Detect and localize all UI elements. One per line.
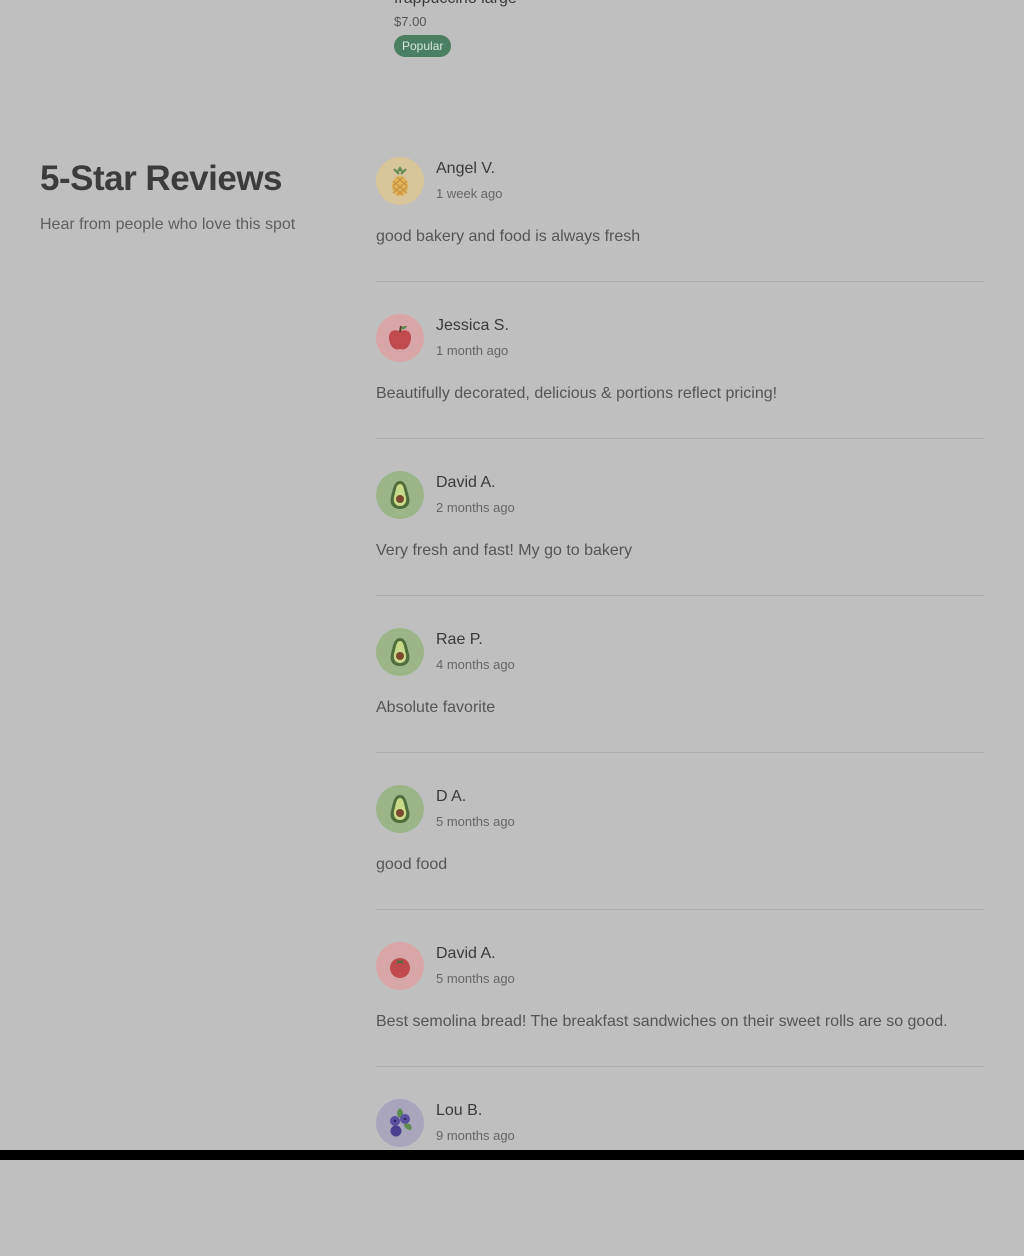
- tomato-icon: [390, 958, 410, 978]
- review-item: Jessica S. 1 month ago Beautifully decor…: [376, 314, 984, 471]
- review-author: Rae P.: [436, 631, 483, 648]
- review-text: Best semolina bread! The breakfast sandw…: [376, 1013, 948, 1030]
- review-item: D A. 5 months ago good food: [376, 785, 984, 942]
- divider: [376, 281, 984, 282]
- avatar: [376, 314, 424, 362]
- review-author: Angel V.: [436, 160, 496, 177]
- review-date: 2 months ago: [436, 500, 515, 515]
- avatar: [376, 157, 424, 205]
- review-author: D A.: [436, 788, 467, 805]
- menu-item-card[interactable]: frappuccino large $7.00 Popular: [394, 0, 694, 57]
- divider: [376, 438, 984, 439]
- avatar: [376, 942, 424, 990]
- review-item: David A. 5 months ago Best semolina brea…: [376, 942, 984, 1099]
- bottom-edge: [0, 1150, 1024, 1160]
- review-item: Angel V. 1 week ago good bakery and food…: [376, 157, 984, 314]
- review-item: Rae P. 4 months ago Absolute favorite: [376, 628, 984, 785]
- reviews-title: 5-Star Reviews: [40, 159, 283, 198]
- review-item: David A. 2 months ago Very fresh and fas…: [376, 471, 984, 628]
- avatar: [376, 471, 424, 519]
- menu-item-price: $7.00: [394, 14, 427, 29]
- review-date: 5 months ago: [436, 971, 515, 986]
- reviews-header: 5-Star Reviews Hear from people who love…: [40, 156, 340, 234]
- review-date: 5 months ago: [436, 814, 515, 829]
- divider: [376, 909, 984, 910]
- avocado-icon: [390, 481, 410, 509]
- avatar: [376, 785, 424, 833]
- review-text: good food: [376, 856, 448, 873]
- review-author: Lou B.: [436, 1102, 483, 1119]
- review-author: David A.: [436, 945, 496, 962]
- review-text: good bakery and food is always fresh: [376, 228, 641, 245]
- review-item: Lou B. 9 months ago: [376, 1099, 984, 1256]
- avatar: [376, 1099, 424, 1147]
- divider: [376, 595, 984, 596]
- review-author: Jessica S.: [436, 317, 509, 334]
- blueberry-icon: [390, 1108, 412, 1137]
- divider: [376, 752, 984, 753]
- review-date: 1 month ago: [436, 343, 509, 358]
- review-date: 1 week ago: [436, 186, 503, 201]
- divider: [376, 1066, 984, 1067]
- review-text: Absolute favorite: [376, 699, 496, 716]
- review-text: Beautifully decorated, delicious & porti…: [376, 385, 778, 402]
- reviews-list: Angel V. 1 week ago good bakery and food…: [376, 157, 984, 1256]
- apple-icon: [388, 325, 412, 350]
- menu-item-name: frappuccino large: [394, 0, 694, 10]
- popular-badge: Popular: [394, 35, 452, 57]
- reviews-subtitle: Hear from people who love this spot: [40, 216, 296, 233]
- review-text: Very fresh and fast! My go to bakery: [376, 542, 633, 559]
- avatar: [376, 628, 424, 676]
- pineapple-icon: [392, 166, 408, 196]
- avocado-icon: [390, 638, 410, 666]
- avocado-icon: [390, 795, 410, 823]
- review-author: David A.: [436, 474, 496, 491]
- review-date: 9 months ago: [436, 1128, 515, 1143]
- review-date: 4 months ago: [436, 657, 515, 672]
